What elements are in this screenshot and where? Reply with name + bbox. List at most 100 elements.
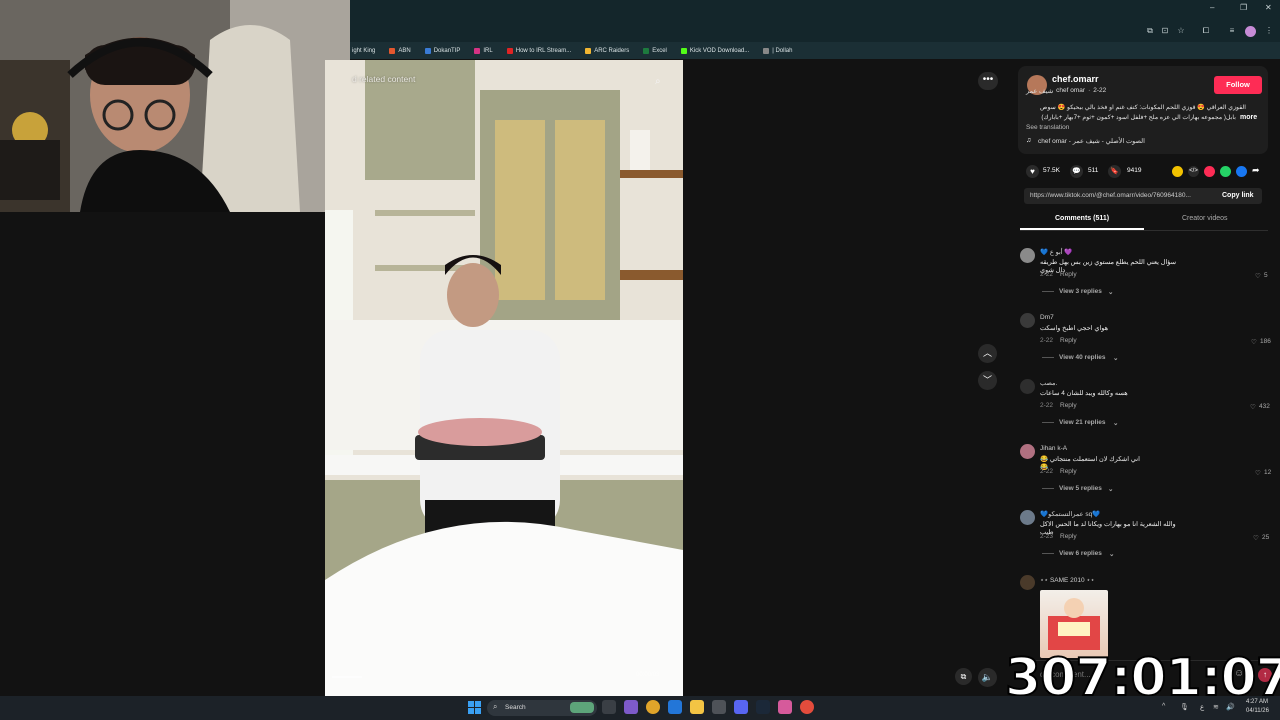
- comment-avatar[interactable]: [1020, 510, 1035, 525]
- comment-like-icon[interactable]: ♡: [1255, 272, 1261, 280]
- profile-avatar[interactable]: [1245, 26, 1256, 37]
- comment-like-icon[interactable]: ♡: [1253, 534, 1259, 542]
- pip-icon[interactable]: ⧉: [955, 668, 972, 685]
- bookmark-item[interactable]: IRL: [474, 47, 493, 54]
- bookmark-item[interactable]: ARC Raiders: [585, 47, 630, 54]
- reply-button[interactable]: Reply: [1060, 402, 1077, 409]
- next-video-icon[interactable]: ﹀: [978, 371, 997, 390]
- volume-icon[interactable]: 🔈: [978, 668, 997, 687]
- edge-icon[interactable]: [668, 700, 682, 714]
- previous-video-icon[interactable]: ︿: [978, 344, 997, 363]
- comment-username[interactable]: مصب.: [1040, 379, 1057, 387]
- bookmark-item[interactable]: Excel: [643, 47, 667, 54]
- bookmark-label: Kick VOD Download...: [689, 47, 750, 54]
- comment-like-icon[interactable]: ♡: [1250, 403, 1256, 411]
- comment-like-icon[interactable]: ♡: [1255, 469, 1261, 477]
- see-translation-link[interactable]: See translation: [1026, 124, 1069, 131]
- bookmark-favicon-icon: [763, 47, 770, 54]
- view-replies-button[interactable]: View 3 replies: [1059, 288, 1102, 295]
- bookmark-star-icon[interactable]: ☆: [1176, 26, 1186, 36]
- speaker-icon[interactable]: 🔊: [1226, 703, 1235, 711]
- bookmark-item[interactable]: DokanTIP: [424, 47, 460, 54]
- comment-like-icon[interactable]: ♡: [1251, 338, 1257, 346]
- comment-like-count: 186: [1260, 338, 1271, 345]
- search-related-link[interactable]: d related content: [352, 74, 415, 84]
- comment-avatar[interactable]: [1020, 248, 1035, 263]
- extensions-icon[interactable]: ⧠: [1201, 26, 1211, 36]
- tray-chevron-icon[interactable]: ^: [1162, 703, 1165, 710]
- video-link[interactable]: https://www.tiktok.com/@chef.omarr/video…: [1030, 192, 1216, 199]
- webcam-overlay: [0, 0, 350, 212]
- menu-icon[interactable]: ⋮: [1264, 26, 1274, 36]
- tab-comments[interactable]: Comments (511): [1055, 215, 1109, 222]
- view-replies-button[interactable]: View 40 replies: [1059, 354, 1106, 361]
- bookmark-label: ARC Raiders: [594, 47, 630, 54]
- comment-avatar[interactable]: [1020, 444, 1035, 459]
- whatsapp-icon[interactable]: [1220, 166, 1231, 177]
- share-arrow-icon[interactable]: ➦: [1252, 165, 1260, 176]
- tab-creator-videos[interactable]: Creator videos: [1182, 215, 1228, 222]
- microphone-icon[interactable]: 🎙: [1180, 703, 1189, 711]
- video-player[interactable]: [325, 60, 683, 696]
- tab-search-icon[interactable]: ≡: [1227, 26, 1237, 36]
- comment-username[interactable]: Dm7: [1040, 314, 1054, 321]
- copy-link-button[interactable]: Copy link: [1222, 192, 1254, 199]
- file-explorer-icon[interactable]: [690, 700, 704, 714]
- bookmark-item[interactable]: ABN: [389, 47, 411, 54]
- chrome-icon[interactable]: [646, 700, 660, 714]
- restore-icon[interactable]: ❐: [1240, 3, 1247, 12]
- app-icon[interactable]: [778, 700, 792, 714]
- reply-button[interactable]: Reply: [1060, 271, 1077, 278]
- clock-time[interactable]: 4:27 AM: [1246, 699, 1268, 705]
- comment-username[interactable]: Jihan k-A: [1040, 445, 1067, 452]
- embed-icon[interactable]: </>: [1188, 166, 1199, 177]
- discord-icon[interactable]: [734, 700, 748, 714]
- start-icon[interactable]: [468, 701, 481, 714]
- sound-name[interactable]: chef omar - الصوت الأصلي - شيف عمر: [1038, 137, 1145, 145]
- view-replies-button[interactable]: View 5 replies: [1059, 485, 1102, 492]
- bookmark-label: ight King: [352, 47, 376, 54]
- obs-icon[interactable]: [800, 700, 814, 714]
- reply-button[interactable]: Reply: [1060, 468, 1077, 475]
- bookmark-item[interactable]: | Dollah: [763, 47, 793, 54]
- clock-date[interactable]: 04/11/26: [1246, 708, 1269, 714]
- comment-username[interactable]: ⋆⋆ SAME 2010 ⋆⋆: [1040, 576, 1095, 584]
- language-icon[interactable]: ع: [1200, 703, 1204, 711]
- more-button[interactable]: more: [1240, 114, 1257, 121]
- install-icon[interactable]: ⊡: [1160, 26, 1170, 36]
- close-icon[interactable]: ✕: [1265, 3, 1272, 12]
- bookmark-favicon-icon: [643, 47, 650, 54]
- like-icon[interactable]: ♥: [1026, 165, 1039, 178]
- store-icon[interactable]: [712, 700, 726, 714]
- view-replies-button[interactable]: View 21 replies: [1059, 419, 1106, 426]
- translate-icon[interactable]: ⧉: [1145, 26, 1155, 36]
- reply-button[interactable]: Reply: [1060, 533, 1077, 540]
- more-options-icon[interactable]: •••: [978, 72, 998, 90]
- repost-icon[interactable]: [1172, 166, 1183, 177]
- bookmark-item[interactable]: How to IRL Stream...: [506, 47, 571, 54]
- save-icon[interactable]: 🔖: [1108, 165, 1121, 178]
- minimize-icon[interactable]: –: [1210, 3, 1214, 12]
- send-icon[interactable]: [1204, 166, 1215, 177]
- wifi-icon[interactable]: ≋: [1213, 703, 1219, 711]
- comment-avatar[interactable]: [1020, 575, 1035, 590]
- bookmark-item[interactable]: ight King: [352, 48, 375, 54]
- comment-username[interactable]: 💙 أبو ع 💜: [1040, 248, 1072, 256]
- comment-username[interactable]: 💙عمرالتستمكو sq💙: [1040, 510, 1100, 518]
- copilot-icon[interactable]: [624, 700, 638, 714]
- comment-avatar[interactable]: [1020, 379, 1035, 394]
- facebook-icon[interactable]: [1236, 166, 1247, 177]
- comment-avatar[interactable]: [1020, 313, 1035, 328]
- replies-line: [1042, 291, 1054, 292]
- task-view-icon[interactable]: [602, 700, 616, 714]
- search-icon[interactable]: ⌕: [655, 76, 661, 87]
- view-replies-button[interactable]: View 6 replies: [1059, 550, 1102, 557]
- tabs-divider: [1020, 230, 1268, 231]
- steam-icon[interactable]: [756, 700, 770, 714]
- reply-button[interactable]: Reply: [1060, 337, 1077, 344]
- video-progress-bar[interactable]: [332, 676, 362, 678]
- follow-button[interactable]: Follow: [1214, 76, 1262, 94]
- bookmark-item[interactable]: Kick VOD Download...: [680, 47, 750, 54]
- creator-username[interactable]: chef.omarr: [1052, 74, 1099, 84]
- comment-icon[interactable]: 💬: [1070, 165, 1083, 178]
